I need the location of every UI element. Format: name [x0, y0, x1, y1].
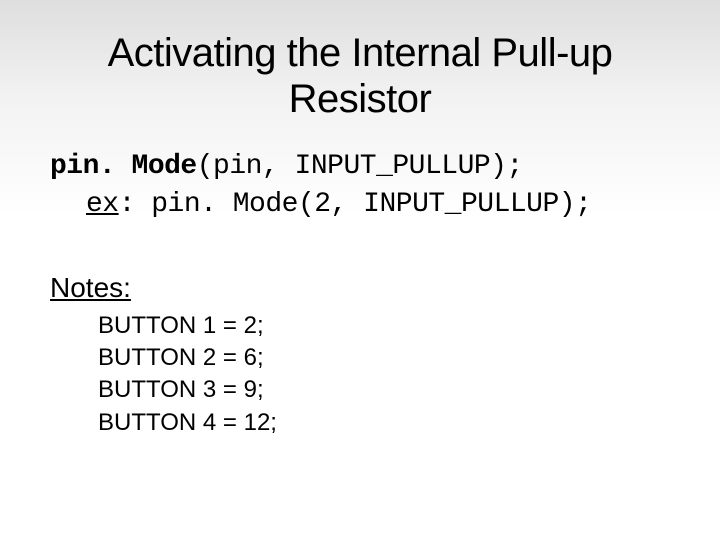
ex-call: pin. Mode(2, INPUT_PULLUP);: [151, 189, 591, 220]
ex-label: ex: [86, 189, 119, 220]
ex-colon: :: [119, 189, 152, 220]
slide: Activating the Internal Pull-up Resistor…: [0, 0, 720, 540]
notes-heading: Notes:: [50, 272, 670, 304]
code-func: pin. Mode: [50, 151, 197, 182]
note-item: BUTTON 1 = 2;: [98, 310, 670, 342]
note-item: BUTTON 3 = 9;: [98, 374, 670, 406]
note-item: BUTTON 4 = 12;: [98, 407, 670, 439]
notes-list: BUTTON 1 = 2; BUTTON 2 = 6; BUTTON 3 = 9…: [50, 310, 670, 440]
example-line: ex: pin. Mode(2, INPUT_PULLUP);: [50, 186, 591, 224]
note-item: BUTTON 2 = 6;: [98, 342, 670, 374]
code-block: pin. Mode(pin, INPUT_PULLUP); ex: pin. M…: [50, 148, 670, 224]
code-args-1: (pin, INPUT_PULLUP);: [197, 151, 523, 182]
slide-title: Activating the Internal Pull-up Resistor: [50, 30, 670, 122]
